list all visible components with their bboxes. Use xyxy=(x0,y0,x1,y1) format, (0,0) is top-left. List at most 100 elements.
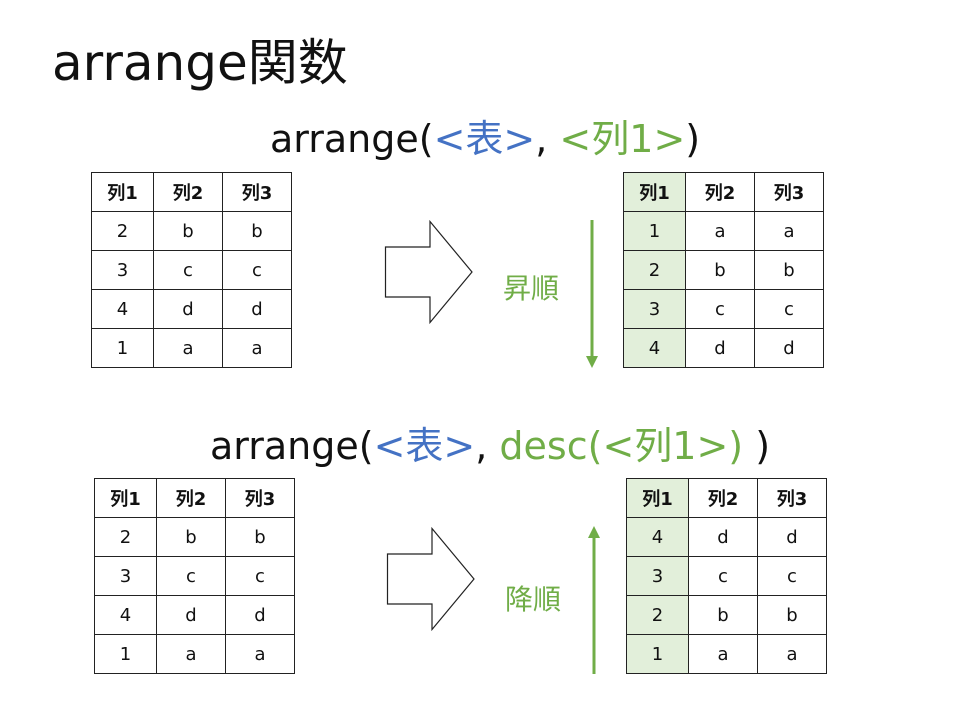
table-cell: d xyxy=(156,595,226,635)
ascending-label: 昇順 xyxy=(503,272,560,305)
column-header: 列2 xyxy=(685,172,755,212)
formula-column-arg: <列1> xyxy=(559,117,686,161)
table-cell: d xyxy=(757,517,827,557)
table-cell: 1 xyxy=(91,328,154,368)
table-row: 4 d d xyxy=(626,517,827,557)
table-row: 1 a a xyxy=(94,634,295,674)
table-row: 2 b b xyxy=(91,211,292,251)
table-cell: c xyxy=(153,250,223,290)
table-cell: 2 xyxy=(623,250,686,290)
table-row: 1 a a xyxy=(91,328,292,368)
table-cell: b xyxy=(153,211,223,251)
table-row: 2 b b xyxy=(626,595,827,635)
table-cell: 1 xyxy=(623,211,686,251)
table-cell: d xyxy=(754,328,824,368)
table-cell: b xyxy=(754,250,824,290)
column-header: 列3 xyxy=(222,172,292,212)
formula-close: ) xyxy=(743,424,771,468)
table-cell: a xyxy=(757,634,827,674)
column-header: 列2 xyxy=(156,478,226,518)
table-cell: d xyxy=(225,595,295,635)
column-header: 列2 xyxy=(153,172,223,212)
table-header-row: 列1 列2 列3 xyxy=(94,478,295,518)
table-cell: b xyxy=(225,517,295,557)
input-table-ascending: 列1 列2 列3 2 b b 3 c c 4 d d 1 a a xyxy=(91,172,292,368)
table-cell: d xyxy=(153,289,223,329)
column-header: 列2 xyxy=(688,478,758,518)
result-table-ascending: 列1 列2 列3 1 a a 2 b b 3 c c 4 d d xyxy=(623,172,824,368)
table-row: 1 a a xyxy=(623,211,824,251)
table-cell: d xyxy=(685,328,755,368)
formula-function: arrange( xyxy=(210,424,374,468)
formula-close: ) xyxy=(685,117,701,161)
descending-label: 降順 xyxy=(505,583,562,616)
input-table-descending: 列1 列2 列3 2 b b 3 c c 4 d d 1 a a xyxy=(94,478,295,674)
formula-function: arrange( xyxy=(270,117,434,161)
table-row: 2 b b xyxy=(94,517,295,557)
formula-ascending: arrange(<表>, <列1>) xyxy=(270,114,700,164)
formula-separator: , xyxy=(475,424,500,468)
table-cell: 1 xyxy=(626,634,689,674)
table-cell: 4 xyxy=(91,289,154,329)
table-header-row: 列1 列2 列3 xyxy=(623,172,824,212)
result-table-descending: 列1 列2 列3 4 d d 3 c c 2 b b 1 a a xyxy=(626,478,827,674)
table-row: 2 b b xyxy=(623,250,824,290)
table-cell: 4 xyxy=(626,517,689,557)
column-header: 列1 xyxy=(623,172,686,212)
table-cell: c xyxy=(156,556,226,596)
table-row: 4 d d xyxy=(91,289,292,329)
table-header-row: 列1 列2 列3 xyxy=(91,172,292,212)
table-cell: d xyxy=(688,517,758,557)
table-cell: a xyxy=(222,328,292,368)
table-header-row: 列1 列2 列3 xyxy=(626,478,827,518)
table-cell: 4 xyxy=(94,595,157,635)
table-cell: a xyxy=(685,211,755,251)
table-cell: c xyxy=(688,556,758,596)
column-header: 列3 xyxy=(225,478,295,518)
table-cell: c xyxy=(225,556,295,596)
table-cell: b xyxy=(156,517,226,557)
table-row: 3 c c xyxy=(623,289,824,329)
table-cell: c xyxy=(754,289,824,329)
table-row: 3 c c xyxy=(626,556,827,596)
formula-separator: , xyxy=(535,117,560,161)
column-header: 列3 xyxy=(757,478,827,518)
table-cell: 2 xyxy=(94,517,157,557)
table-row: 1 a a xyxy=(626,634,827,674)
table-cell: c xyxy=(222,250,292,290)
column-header: 列3 xyxy=(754,172,824,212)
right-block-arrow-icon xyxy=(386,527,475,631)
table-cell: 2 xyxy=(91,211,154,251)
table-cell: a xyxy=(153,328,223,368)
column-header: 列1 xyxy=(626,478,689,518)
formula-table-arg: <表> xyxy=(373,424,476,468)
table-cell: 1 xyxy=(94,634,157,674)
up-arrow-icon xyxy=(588,526,600,674)
table-cell: a xyxy=(156,634,226,674)
table-cell: 3 xyxy=(623,289,686,329)
table-cell: 3 xyxy=(626,556,689,596)
formula-table-arg: <表> xyxy=(433,117,536,161)
right-block-arrow-icon xyxy=(384,220,473,324)
formula-descending: arrange(<表>, desc(<列1>) ) xyxy=(210,421,770,471)
table-cell: b xyxy=(688,595,758,635)
table-cell: 3 xyxy=(91,250,154,290)
table-cell: 2 xyxy=(626,595,689,635)
table-cell: c xyxy=(757,556,827,596)
table-cell: b xyxy=(685,250,755,290)
page-title: arrange関数 xyxy=(52,34,348,92)
table-cell: a xyxy=(688,634,758,674)
table-cell: a xyxy=(225,634,295,674)
table-row: 4 d d xyxy=(94,595,295,635)
column-header: 列1 xyxy=(94,478,157,518)
table-cell: b xyxy=(757,595,827,635)
table-cell: 4 xyxy=(623,328,686,368)
table-cell: b xyxy=(222,211,292,251)
column-header: 列1 xyxy=(91,172,154,212)
table-cell: c xyxy=(685,289,755,329)
table-cell: 3 xyxy=(94,556,157,596)
table-row: 4 d d xyxy=(623,328,824,368)
table-cell: a xyxy=(754,211,824,251)
table-row: 3 c c xyxy=(94,556,295,596)
formula-column-arg: desc(<列1>) xyxy=(499,424,744,468)
